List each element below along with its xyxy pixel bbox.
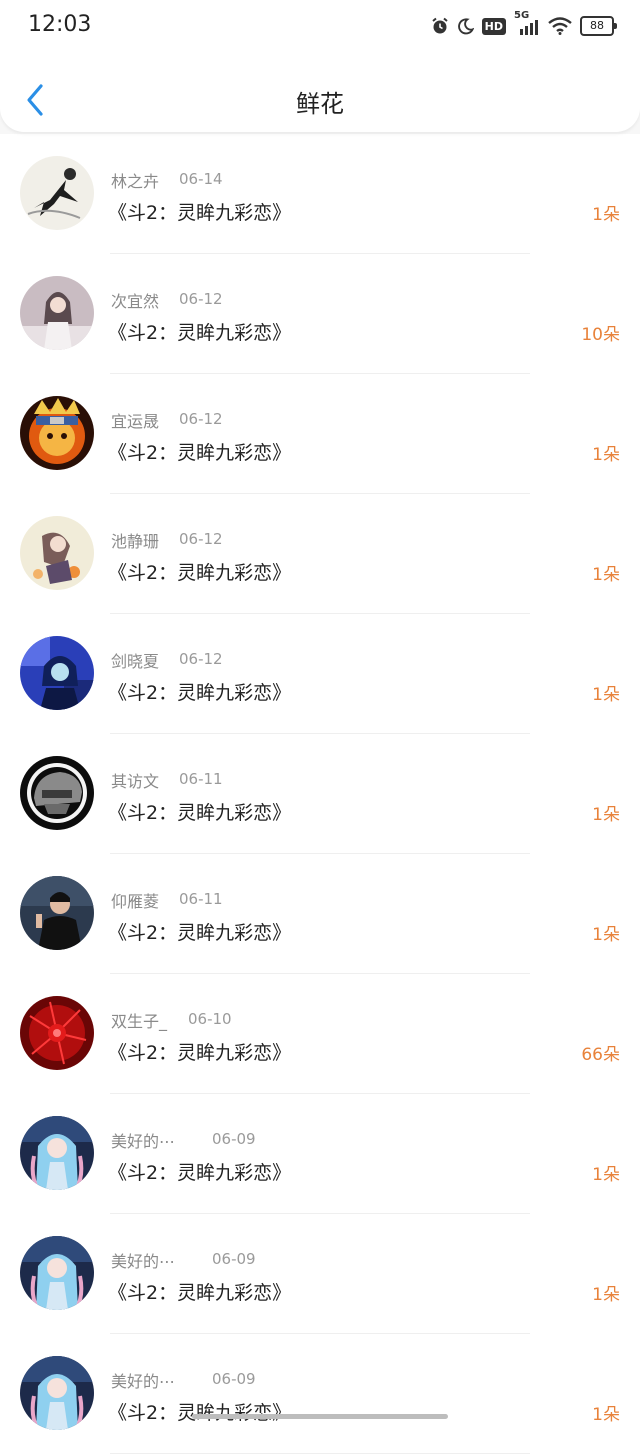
list-item[interactable]: 次宜然 06-12 《斗2：灵眸九彩恋》 10朵 xyxy=(0,254,640,374)
avatar[interactable] xyxy=(20,996,94,1070)
flower-count: 1朵 xyxy=(592,1165,620,1185)
book-title: 《斗2：灵眸九彩恋》 xyxy=(108,442,292,464)
avatar[interactable] xyxy=(20,396,94,470)
book-title: 《斗2：灵眸九彩恋》 xyxy=(108,1042,292,1064)
avatar[interactable] xyxy=(20,1236,94,1310)
list-item[interactable]: 林之卉 06-14 《斗2：灵眸九彩恋》 1朵 xyxy=(0,134,640,254)
flower-list: 林之卉 06-14 《斗2：灵眸九彩恋》 1朵 次宜然 06-12 《斗2：灵眸九彩恋》 10… xyxy=(0,134,640,1454)
user-name: 双生子_ xyxy=(111,1012,168,1031)
flower-count: 1朵 xyxy=(592,565,620,585)
user-name: 仰雁菱 xyxy=(111,892,160,911)
date: 06-12 xyxy=(179,290,223,308)
flower-count: 1朵 xyxy=(592,445,620,465)
book-title: 《斗2：灵眸九彩恋》 xyxy=(108,562,292,584)
user-name: 美好的⋯ xyxy=(111,1372,176,1391)
home-indicator[interactable] xyxy=(192,1414,448,1419)
date: 06-12 xyxy=(179,650,223,668)
list-item[interactable]: 仰雁菱 06-11 《斗2：灵眸九彩恋》 1朵 xyxy=(0,854,640,974)
date: 06-11 xyxy=(179,770,223,788)
avatar[interactable] xyxy=(20,156,94,230)
flower-count: 1朵 xyxy=(592,925,620,945)
flower-count: 1朵 xyxy=(592,805,620,825)
avatar[interactable] xyxy=(20,1356,94,1430)
list-item[interactable]: 宜运晟 06-12 《斗2：灵眸九彩恋》 1朵 xyxy=(0,374,640,494)
cellular-signal-icon: 5G xyxy=(514,10,540,36)
list-item[interactable]: 池静珊 06-12 《斗2：灵眸九彩恋》 1朵 xyxy=(0,494,640,614)
date: 06-14 xyxy=(179,170,223,188)
book-title: 《斗2：灵眸九彩恋》 xyxy=(108,922,292,944)
user-name: 美好的⋯ xyxy=(111,1252,176,1271)
user-name: 林之卉 xyxy=(111,172,160,191)
flower-count: 10朵 xyxy=(581,325,620,345)
date: 06-09 xyxy=(212,1250,256,1268)
avatar[interactable] xyxy=(20,276,94,350)
flower-count: 1朵 xyxy=(592,1285,620,1305)
flower-count: 66朵 xyxy=(581,1045,620,1065)
user-name: 其访文 xyxy=(111,772,160,791)
user-name: 次宜然 xyxy=(111,292,160,311)
list-item[interactable]: 其访文 06-11 《斗2：灵眸九彩恋》 1朵 xyxy=(0,734,640,854)
alarm-icon xyxy=(431,17,449,35)
page-title: 鲜花 xyxy=(296,90,344,118)
list-item[interactable]: 美好的⋯ 06-09 《斗2：灵眸九彩恋》 1朵 xyxy=(0,1334,640,1454)
date: 06-11 xyxy=(179,890,223,908)
date: 06-12 xyxy=(179,410,223,428)
battery-icon: 88 xyxy=(580,16,617,36)
flower-count: 1朵 xyxy=(592,205,620,225)
book-title: 《斗2：灵眸九彩恋》 xyxy=(108,802,292,824)
book-title: 《斗2：灵眸九彩恋》 xyxy=(108,682,292,704)
network-type: 5G xyxy=(514,10,530,21)
list-item[interactable]: 美好的⋯ 06-09 《斗2：灵眸九彩恋》 1朵 xyxy=(0,1214,640,1334)
date: 06-10 xyxy=(188,1010,232,1028)
status-icons: HD 5G 88 xyxy=(431,10,617,39)
list-item[interactable]: 美好的⋯ 06-09 《斗2：灵眸九彩恋》 1朵 xyxy=(0,1094,640,1214)
avatar[interactable] xyxy=(20,1116,94,1190)
moon-icon xyxy=(457,17,474,35)
flower-count: 1朵 xyxy=(592,1405,620,1425)
header: 12:03 HD 5G 88 鲜花 xyxy=(0,0,640,132)
date: 06-09 xyxy=(212,1370,256,1388)
wifi-icon xyxy=(548,17,572,35)
list-item[interactable]: 双生子_ 06-10 《斗2：灵眸九彩恋》 66朵 xyxy=(0,974,640,1094)
avatar[interactable] xyxy=(20,516,94,590)
status-time: 12:03 xyxy=(28,12,92,37)
book-title: 《斗2：灵眸九彩恋》 xyxy=(108,1162,292,1184)
book-title: 《斗2：灵眸九彩恋》 xyxy=(108,1282,292,1304)
user-name: 宜运晟 xyxy=(111,412,160,431)
avatar[interactable] xyxy=(20,756,94,830)
book-title: 《斗2：灵眸九彩恋》 xyxy=(108,322,292,344)
user-name: 剑晓夏 xyxy=(111,652,160,671)
flower-count: 1朵 xyxy=(592,685,620,705)
status-bar: 12:03 HD 5G 88 xyxy=(0,0,640,52)
book-title: 《斗2：灵眸九彩恋》 xyxy=(108,202,292,224)
book-title: 《斗2：灵眸九彩恋》 xyxy=(108,1402,292,1424)
hd-icon: HD xyxy=(481,17,506,35)
user-name: 美好的⋯ xyxy=(111,1132,176,1151)
avatar[interactable] xyxy=(20,876,94,950)
list-item[interactable]: 剑晓夏 06-12 《斗2：灵眸九彩恋》 1朵 xyxy=(0,614,640,734)
user-name: 池静珊 xyxy=(111,532,160,551)
avatar[interactable] xyxy=(20,636,94,710)
date: 06-12 xyxy=(179,530,223,548)
date: 06-09 xyxy=(212,1130,256,1148)
